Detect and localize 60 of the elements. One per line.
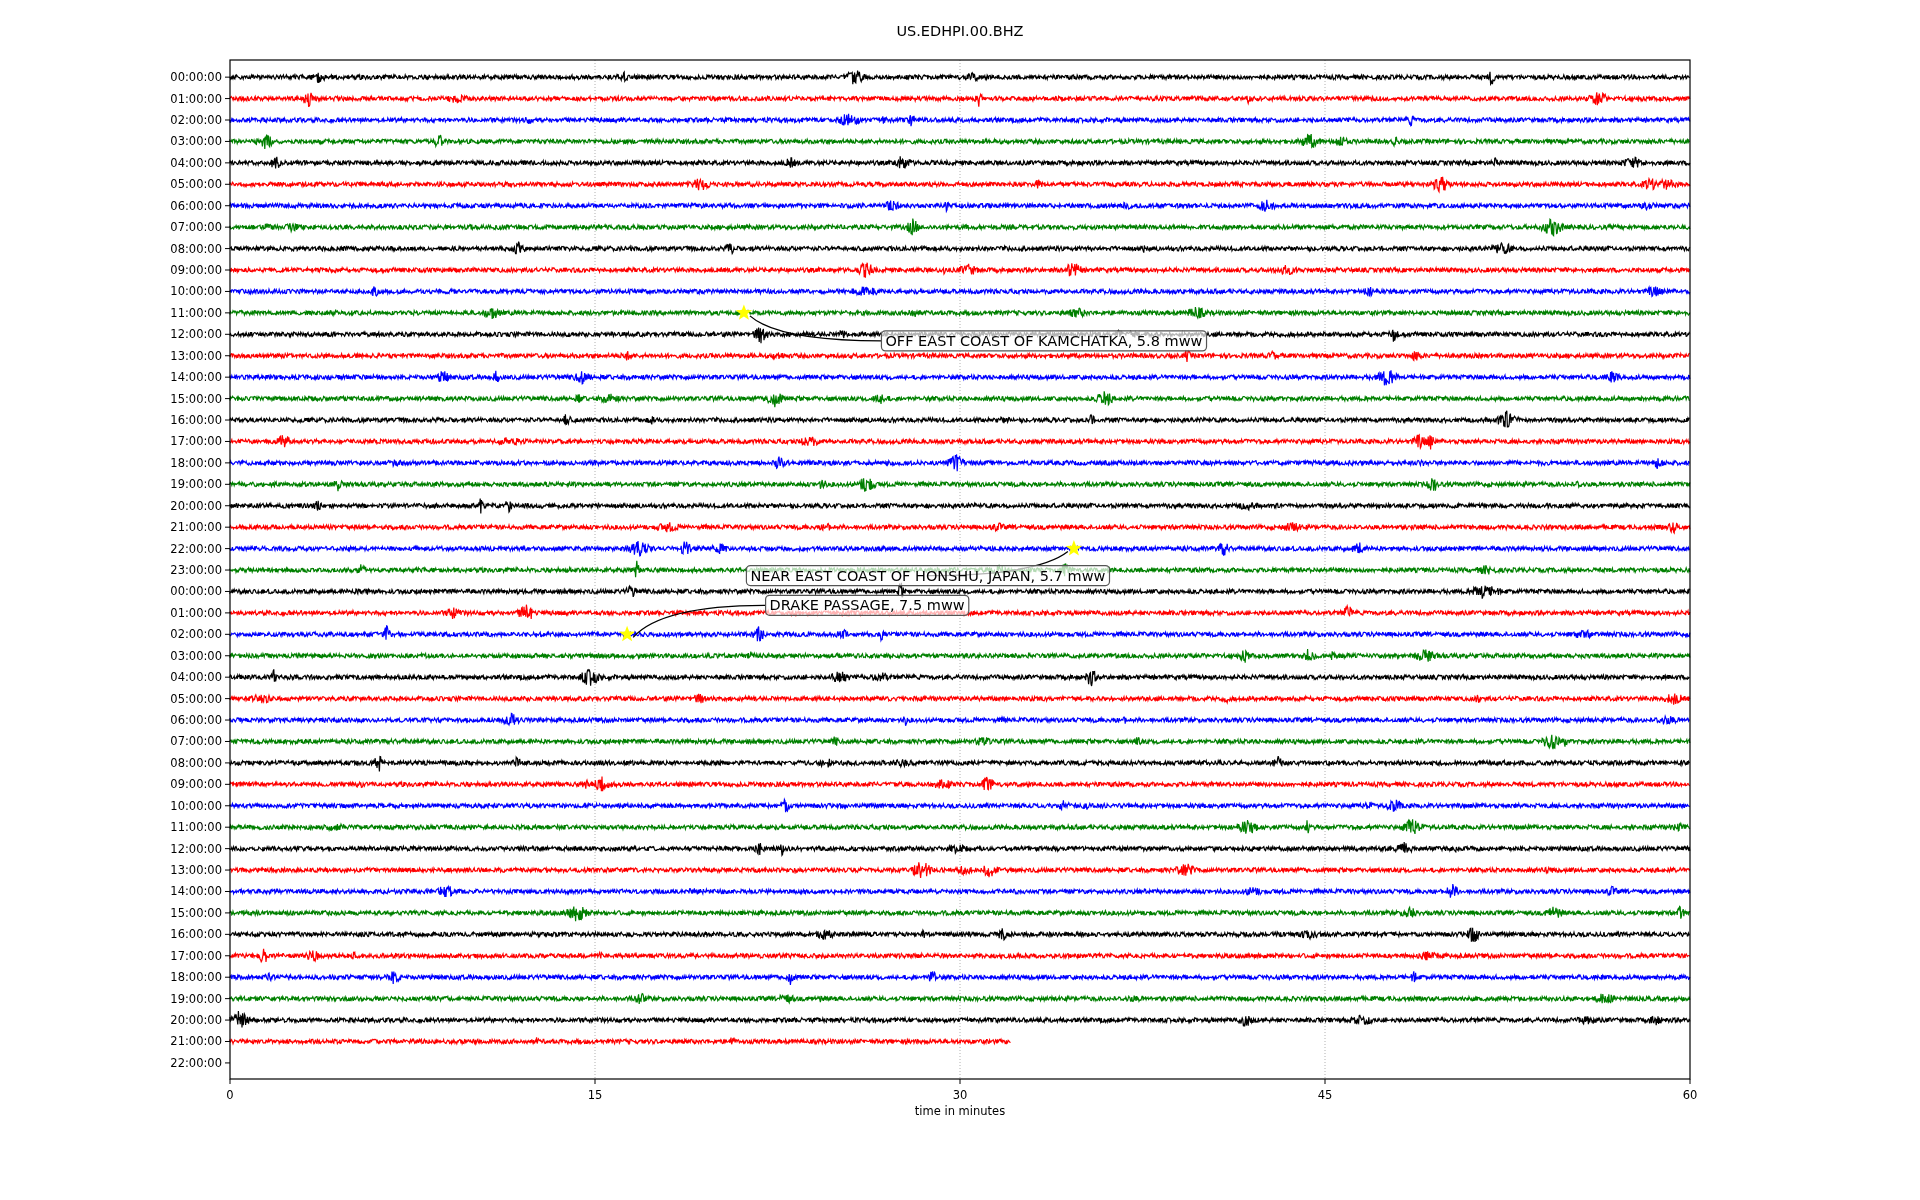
y-tick-label: 06:00:00 (170, 198, 222, 213)
annotation-label: NEAR EAST COAST OF HONSHU, JAPAN, 5.7 mww (745, 565, 1111, 587)
x-axis-label: time in minutes (914, 1104, 1006, 1118)
x-tick-label: 45 (1317, 1088, 1333, 1102)
y-tick-label: 05:00:00 (170, 691, 222, 706)
y-tick-label: 18:00:00 (170, 455, 222, 470)
y-tick-label: 23:00:00 (170, 563, 222, 578)
x-tick-label: 15 (587, 1088, 603, 1102)
y-tick-label: 16:00:00 (170, 413, 222, 428)
y-tick-label: 09:00:00 (170, 777, 222, 792)
annotation-label: OFF EAST COAST OF KAMCHATKA, 5.8 mww (880, 330, 1208, 352)
star-icon (735, 304, 752, 320)
y-tick-label: 05:00:00 (170, 177, 222, 192)
y-tick-label: 13:00:00 (170, 863, 222, 878)
x-tick-label: 0 (226, 1088, 234, 1102)
y-tick-label: 13:00:00 (170, 348, 222, 363)
y-tick-label: 12:00:00 (170, 841, 222, 856)
y-tick-label: 01:00:00 (170, 91, 222, 106)
y-tick-label: 17:00:00 (170, 434, 222, 449)
y-tick-label: 21:00:00 (170, 520, 222, 535)
y-tick-label: 04:00:00 (170, 670, 222, 685)
y-tick-label: 11:00:00 (170, 820, 222, 835)
y-tick-label: 22:00:00 (170, 1055, 222, 1070)
y-tick-label: 08:00:00 (170, 755, 222, 770)
y-tick-label: 02:00:00 (170, 113, 222, 127)
y-tick-label: 15:00:00 (170, 905, 222, 920)
y-tick-label: 02:00:00 (170, 627, 222, 642)
y-tick-label: 14:00:00 (170, 884, 222, 899)
star-icon (1065, 540, 1082, 556)
annotation-label: DRAKE PASSAGE, 7.5 mww (765, 594, 970, 616)
y-tick-label: 07:00:00 (170, 734, 222, 749)
y-tick-label: 12:00:00 (170, 327, 222, 342)
x-tick-label: 30 (952, 1088, 968, 1102)
y-tick-label: 01:00:00 (170, 605, 222, 620)
y-tick-label: 03:00:00 (170, 134, 222, 149)
y-tick-label: 08:00:00 (170, 241, 222, 256)
y-tick-label: 11:00:00 (170, 305, 222, 320)
y-tick-label: 16:00:00 (170, 927, 222, 942)
y-tick-label: 15:00:00 (170, 391, 222, 406)
y-tick-label: 10:00:00 (170, 798, 222, 813)
y-tick-label: 22:00:00 (170, 541, 222, 556)
y-tick-label: 00:00:00 (170, 70, 222, 85)
y-tick-label: 14:00:00 (170, 370, 222, 385)
y-tick-label: 04:00:00 (170, 155, 222, 170)
y-tick-label: 06:00:00 (170, 713, 222, 728)
y-tick-label: 20:00:00 (170, 498, 222, 513)
y-tick-label: 19:00:00 (170, 477, 222, 492)
y-tick-label: 21:00:00 (170, 1034, 222, 1049)
y-tick-label: 10:00:00 (170, 284, 222, 299)
chart-title: US.EDHPI.00.BHZ (896, 23, 1024, 39)
y-tick-label: 00:00:00 (170, 584, 222, 599)
y-tick-label: 09:00:00 (170, 263, 222, 277)
y-tick-label: 07:00:00 (170, 220, 222, 235)
y-tick-label: 03:00:00 (170, 648, 222, 663)
y-tick-label: 20:00:00 (170, 1013, 222, 1028)
y-tick-label: 17:00:00 (170, 948, 222, 963)
y-tick-label: 18:00:00 (170, 970, 222, 985)
x-tick-label: 60 (1682, 1088, 1698, 1102)
y-tick-label: 19:00:00 (170, 991, 222, 1006)
star-icon (619, 625, 636, 642)
